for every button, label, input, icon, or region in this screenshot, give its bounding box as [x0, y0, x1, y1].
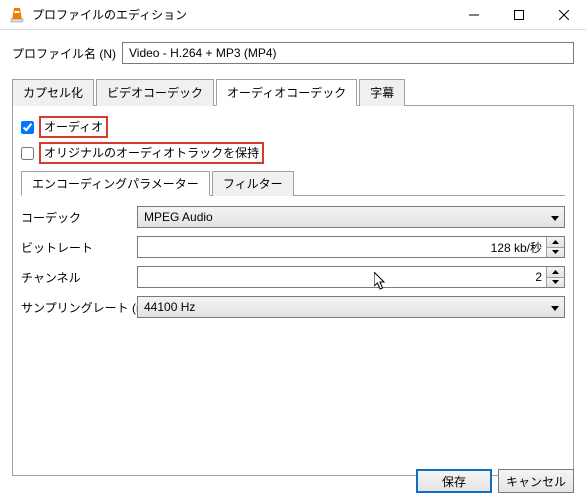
- tab-encapsulation[interactable]: カプセル化: [12, 79, 94, 106]
- close-button[interactable]: [541, 0, 586, 29]
- profile-name-input[interactable]: [122, 42, 574, 64]
- bitrate-up-button[interactable]: [547, 237, 564, 247]
- maximize-button[interactable]: [496, 0, 541, 29]
- subtab-encoding-params[interactable]: エンコーディングパラメーター: [21, 171, 210, 196]
- minimize-button[interactable]: [451, 0, 496, 29]
- audio-checkbox[interactable]: [21, 121, 34, 134]
- codec-value: MPEG Audio: [144, 210, 213, 224]
- codec-label: コーデック: [21, 209, 137, 226]
- tab-video-codec[interactable]: ビデオコーデック: [96, 79, 214, 106]
- bitrate-down-button[interactable]: [547, 247, 564, 258]
- samplerate-combo[interactable]: 44100 Hz: [137, 296, 565, 318]
- app-icon: [8, 6, 26, 24]
- titlebar: プロファイルのエディション: [0, 0, 586, 30]
- cancel-button[interactable]: キャンセル: [498, 469, 574, 493]
- window-title: プロファイルのエディション: [32, 6, 451, 23]
- samplerate-label: サンプリングレート (m): [21, 299, 137, 316]
- tab-audio-codec[interactable]: オーディオコーデック: [216, 79, 357, 106]
- save-button[interactable]: 保存: [416, 469, 492, 493]
- channel-spinner[interactable]: 2: [137, 266, 565, 288]
- keep-original-label: オリジナルのオーディオトラックを保持: [39, 142, 264, 164]
- tab-subtitles[interactable]: 字幕: [359, 79, 405, 106]
- bitrate-value: 128 kb/秒: [491, 239, 542, 256]
- audio-checkbox-label: オーディオ: [39, 116, 108, 138]
- profile-name-label: プロファイル名 (N): [12, 45, 116, 62]
- bitrate-spinner[interactable]: 128 kb/秒: [137, 236, 565, 258]
- chevron-down-icon: [551, 300, 559, 314]
- bitrate-label: ビットレート: [21, 239, 137, 256]
- channel-up-button[interactable]: [547, 267, 564, 277]
- codec-combo[interactable]: MPEG Audio: [137, 206, 565, 228]
- main-tabs: カプセル化 ビデオコーデック オーディオコーデック 字幕: [12, 78, 574, 106]
- keep-original-checkbox[interactable]: [21, 147, 34, 160]
- chevron-down-icon: [551, 210, 559, 224]
- channel-label: チャンネル: [21, 269, 137, 286]
- tab-panel-audio: オーディオ オリジナルのオーディオトラックを保持 エンコーディングパラメーター …: [12, 106, 574, 476]
- subtab-filter[interactable]: フィルター: [212, 171, 294, 196]
- samplerate-value: 44100 Hz: [144, 300, 195, 314]
- sub-tabs: エンコーディングパラメーター フィルター: [21, 170, 565, 196]
- channel-value: 2: [535, 270, 542, 284]
- channel-down-button[interactable]: [547, 277, 564, 288]
